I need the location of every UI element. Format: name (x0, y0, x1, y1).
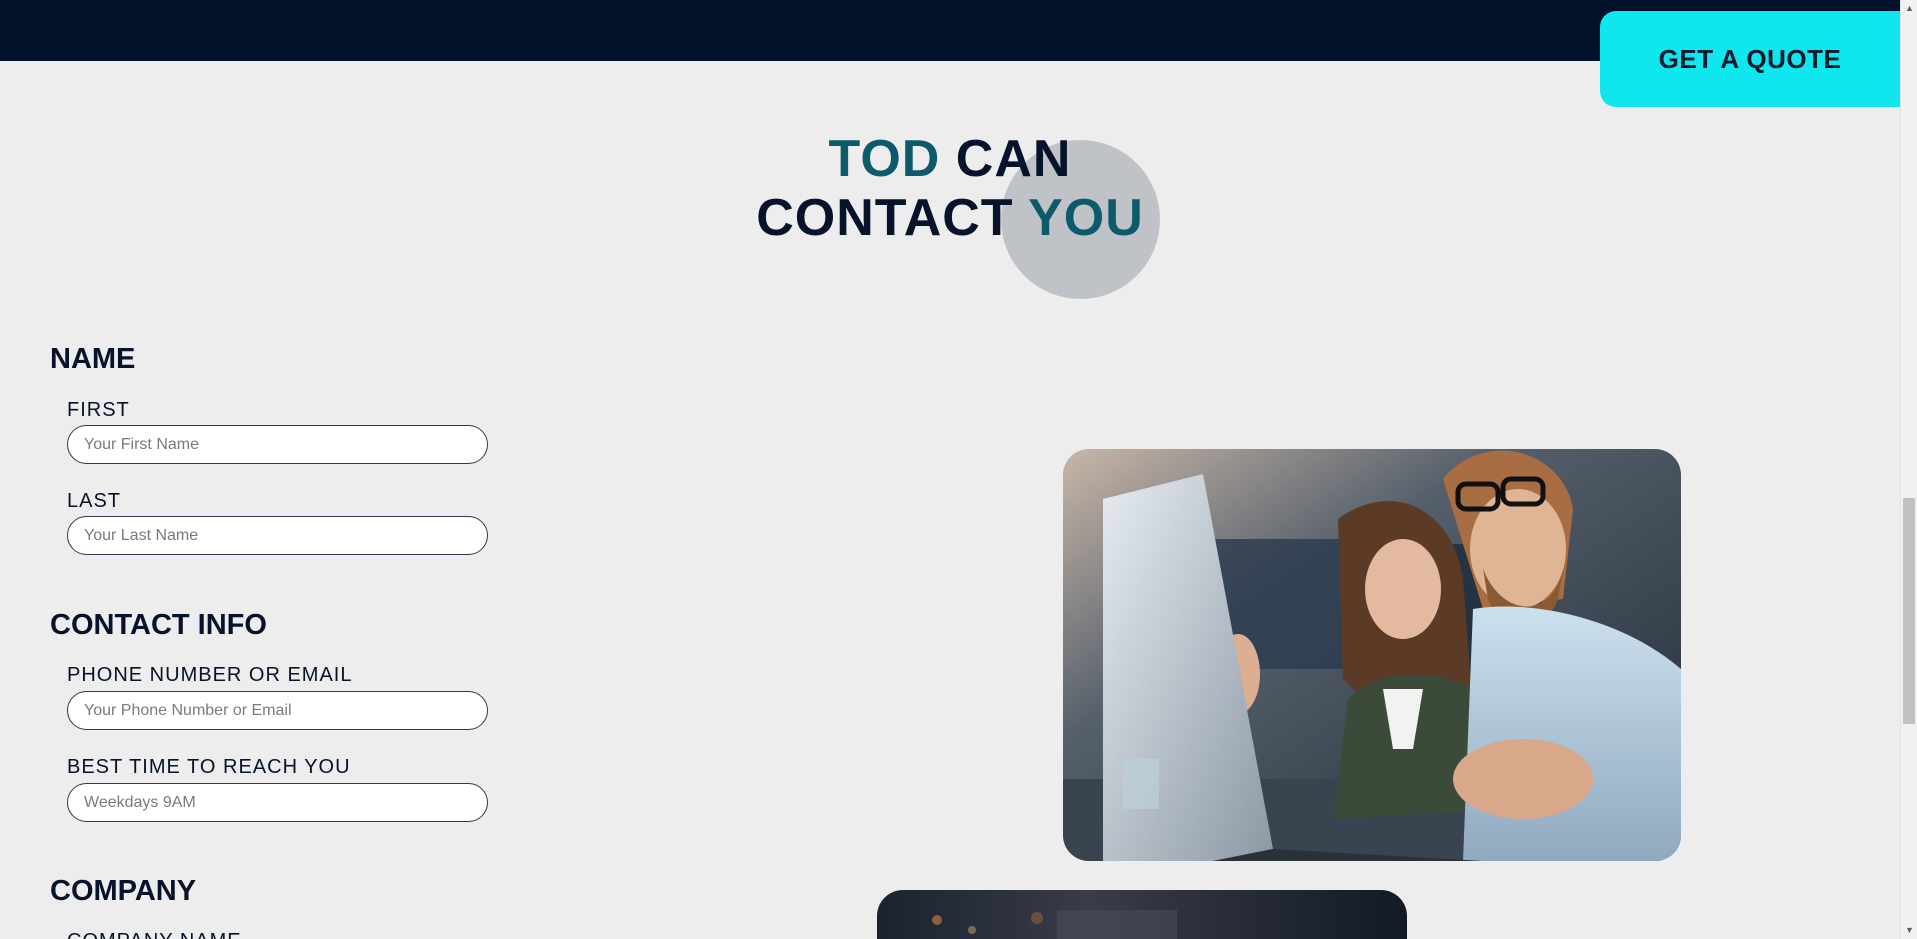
scrollbar-thumb[interactable] (1903, 498, 1915, 724)
page: GET A QUOTE TOD CAN CONTACT YOU NAME FIR… (0, 0, 1917, 939)
contact-info-section-title: CONTACT INFO (50, 609, 267, 641)
last-name-label: LAST (67, 490, 122, 512)
phone-or-email-input[interactable] (67, 691, 488, 730)
team-at-laptop-photo (1063, 449, 1681, 861)
best-time-input[interactable] (67, 783, 488, 822)
company-name-label: COMPANY NAME (67, 930, 242, 939)
first-name-input[interactable] (67, 425, 488, 464)
last-name-input[interactable] (67, 516, 488, 555)
scroll-up-arrow-icon[interactable]: ▲ (1901, 0, 1917, 17)
first-name-label: FIRST (67, 399, 130, 421)
vertical-scrollbar[interactable]: ▲ ▼ (1900, 0, 1917, 939)
phone-or-email-label: PHONE NUMBER OR EMAIL (67, 664, 353, 686)
title-word-contact: CONTACT (756, 189, 1014, 247)
title-word-you: YOU (1028, 189, 1144, 247)
get-a-quote-button[interactable]: GET A QUOTE (1600, 11, 1900, 107)
best-time-label: BEST TIME TO REACH YOU (67, 756, 351, 778)
name-section-title: NAME (50, 343, 136, 375)
second-photo (877, 890, 1407, 939)
company-section-title: COMPANY (50, 875, 197, 907)
title-word-tod: TOD (828, 130, 941, 188)
title-word-can: CAN (955, 130, 1072, 188)
scroll-down-arrow-icon[interactable]: ▼ (1901, 922, 1917, 939)
page-title: TOD CAN CONTACT YOU (700, 130, 1200, 248)
